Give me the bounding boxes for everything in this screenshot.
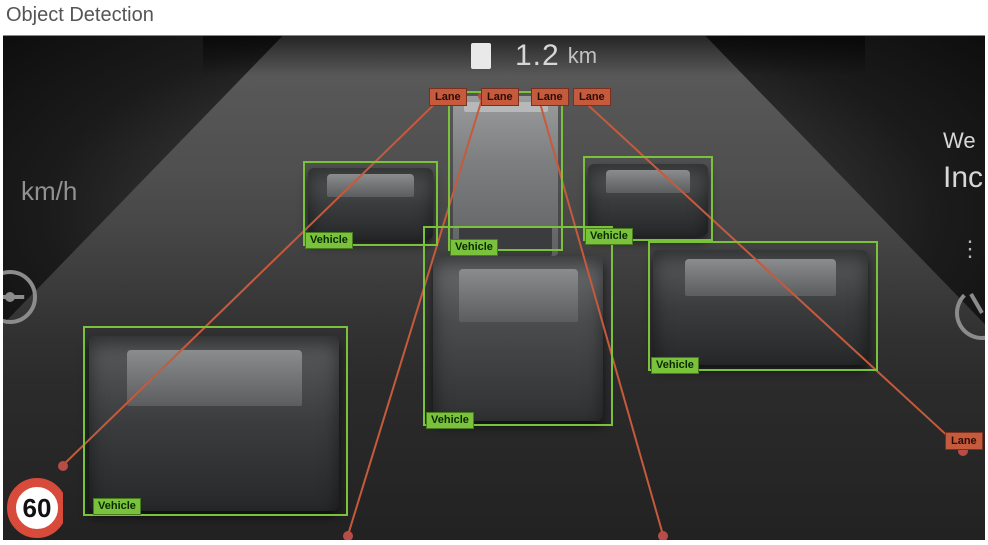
hud-right-info: We Inc: [943, 126, 983, 199]
hud-speed-unit: km/h: [21, 176, 77, 207]
hud-right-line1: We: [943, 126, 983, 157]
hud-right-dots-icon: ⋮: [959, 236, 981, 262]
lane-inner-left-endpoint: [343, 531, 353, 540]
lane-inner-left-label: Lane: [481, 88, 519, 106]
vehicle-truck-label: Vehicle: [450, 239, 498, 256]
lane-inner-right-label: Lane: [531, 88, 569, 106]
hud-indicator-icon: [471, 43, 491, 69]
lane-outer-left-label: Lane: [429, 88, 467, 106]
lane-outer-right-label-far: Lane: [945, 432, 983, 450]
vehicle-right-far-label: Vehicle: [651, 357, 699, 374]
vehicle-right-far-box: [648, 241, 878, 371]
hud-distance-value: 1.2: [515, 39, 560, 73]
speed-limit-value: 60: [23, 493, 52, 524]
lane-inner-right-endpoint: [658, 531, 668, 540]
lane-outer-left-endpoint: [58, 461, 68, 471]
hud-distance-unit: km: [568, 43, 597, 69]
vehicle-left-far-box: [83, 326, 348, 516]
detection-viewport: LaneLaneLaneLaneLane VehicleVehicleVehic…: [3, 35, 985, 540]
hud-top-distance: 1.2 km: [203, 36, 865, 76]
page-title: Object Detection: [0, 0, 988, 35]
speed-limit-sign: 60: [3, 478, 63, 538]
hud-right-line2: Inc: [943, 157, 983, 199]
vehicle-right-mid-label: Vehicle: [585, 228, 633, 245]
vehicle-center-ego-label: Vehicle: [426, 412, 474, 429]
vehicle-left-far-label: Vehicle: [93, 498, 141, 515]
lane-outer-right-label: Lane: [573, 88, 611, 106]
vehicle-left-mid-label: Vehicle: [305, 232, 353, 249]
